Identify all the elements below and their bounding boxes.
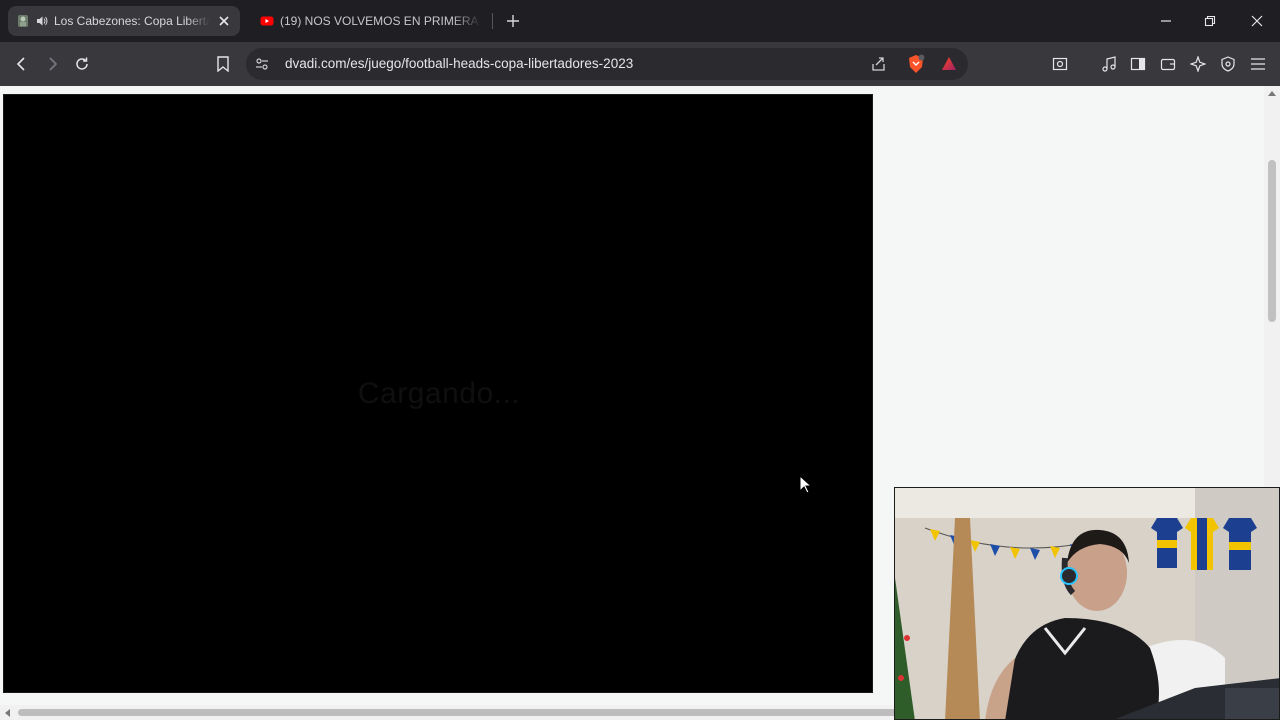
- leo-ai-button[interactable]: [1186, 52, 1210, 76]
- tab-separator: [492, 13, 493, 29]
- brave-rewards-icon[interactable]: [941, 56, 957, 71]
- bookmark-button[interactable]: [211, 52, 235, 76]
- tab-active[interactable]: Los Cabezones: Copa Libertadores: [8, 6, 240, 36]
- vertical-scroll-thumb[interactable]: [1268, 160, 1276, 322]
- back-button[interactable]: [10, 52, 34, 76]
- tab-title: (19) NOS VOLVEMOS EN PRIMERA - YouTube: [280, 14, 482, 28]
- close-tab-icon[interactable]: [216, 13, 232, 29]
- close-icon: [1251, 15, 1263, 27]
- tab-youtube[interactable]: (19) NOS VOLVEMOS EN PRIMERA - YouTube: [252, 6, 490, 36]
- media-icon: [1102, 56, 1116, 72]
- mouse-cursor-icon: [799, 475, 813, 494]
- sidebar-button[interactable]: [1126, 52, 1150, 76]
- wallet-icon: [1160, 58, 1176, 71]
- address-bar[interactable]: dvadi.com/es/juego/football-heads-copa-l…: [246, 48, 968, 80]
- site-settings-icon[interactable]: [255, 57, 269, 71]
- restore-icon: [1204, 15, 1216, 27]
- screenshot-button[interactable]: [1048, 52, 1072, 76]
- loading-text: Cargando...: [357, 377, 521, 410]
- game-canvas[interactable]: Cargando...: [3, 94, 873, 693]
- scroll-up-arrow-icon[interactable]: [1268, 90, 1276, 96]
- minimize-button[interactable]: [1153, 8, 1179, 34]
- menu-button[interactable]: [1246, 52, 1270, 76]
- webcam-overlay: [894, 487, 1280, 720]
- vpn-button[interactable]: [1216, 52, 1240, 76]
- reload-icon: [76, 57, 88, 70]
- site-favicon-icon: [18, 15, 28, 27]
- forward-button[interactable]: [40, 52, 64, 76]
- url-text[interactable]: dvadi.com/es/juego/football-heads-copa-l…: [285, 56, 633, 71]
- restore-button[interactable]: [1197, 8, 1223, 34]
- reload-button[interactable]: [70, 52, 94, 76]
- new-tab-button[interactable]: [503, 11, 523, 31]
- scroll-left-arrow-icon[interactable]: [4, 709, 10, 717]
- close-window-button[interactable]: [1244, 8, 1270, 34]
- screenshot-icon: [1052, 57, 1068, 71]
- horizontal-scroll-thumb[interactable]: [18, 709, 898, 716]
- speaker-icon[interactable]: [36, 15, 48, 27]
- tab-strip: Los Cabezones: Copa Libertadores (19) NO…: [0, 0, 1280, 42]
- media-button[interactable]: [1097, 52, 1121, 76]
- forward-icon: [49, 57, 58, 71]
- leo-ai-icon: [1190, 56, 1206, 72]
- plus-icon: [507, 15, 519, 27]
- share-icon[interactable]: [871, 56, 887, 72]
- back-icon: [16, 57, 25, 71]
- vpn-icon: [1221, 56, 1235, 72]
- browser-window: Los Cabezones: Copa Libertadores (19) NO…: [0, 0, 1280, 720]
- youtube-icon: [260, 16, 274, 26]
- sidebar-icon: [1130, 57, 1146, 71]
- bookmark-icon: [217, 56, 229, 72]
- webcam-person-image: [895, 488, 1279, 719]
- brave-shields-icon[interactable]: [907, 54, 925, 74]
- tab-title: Los Cabezones: Copa Libertadores: [54, 14, 210, 28]
- menu-icon: [1251, 58, 1265, 70]
- minimize-icon: [1161, 20, 1171, 22]
- toolbar: dvadi.com/es/juego/football-heads-copa-l…: [0, 42, 1280, 86]
- wallet-button[interactable]: [1156, 52, 1180, 76]
